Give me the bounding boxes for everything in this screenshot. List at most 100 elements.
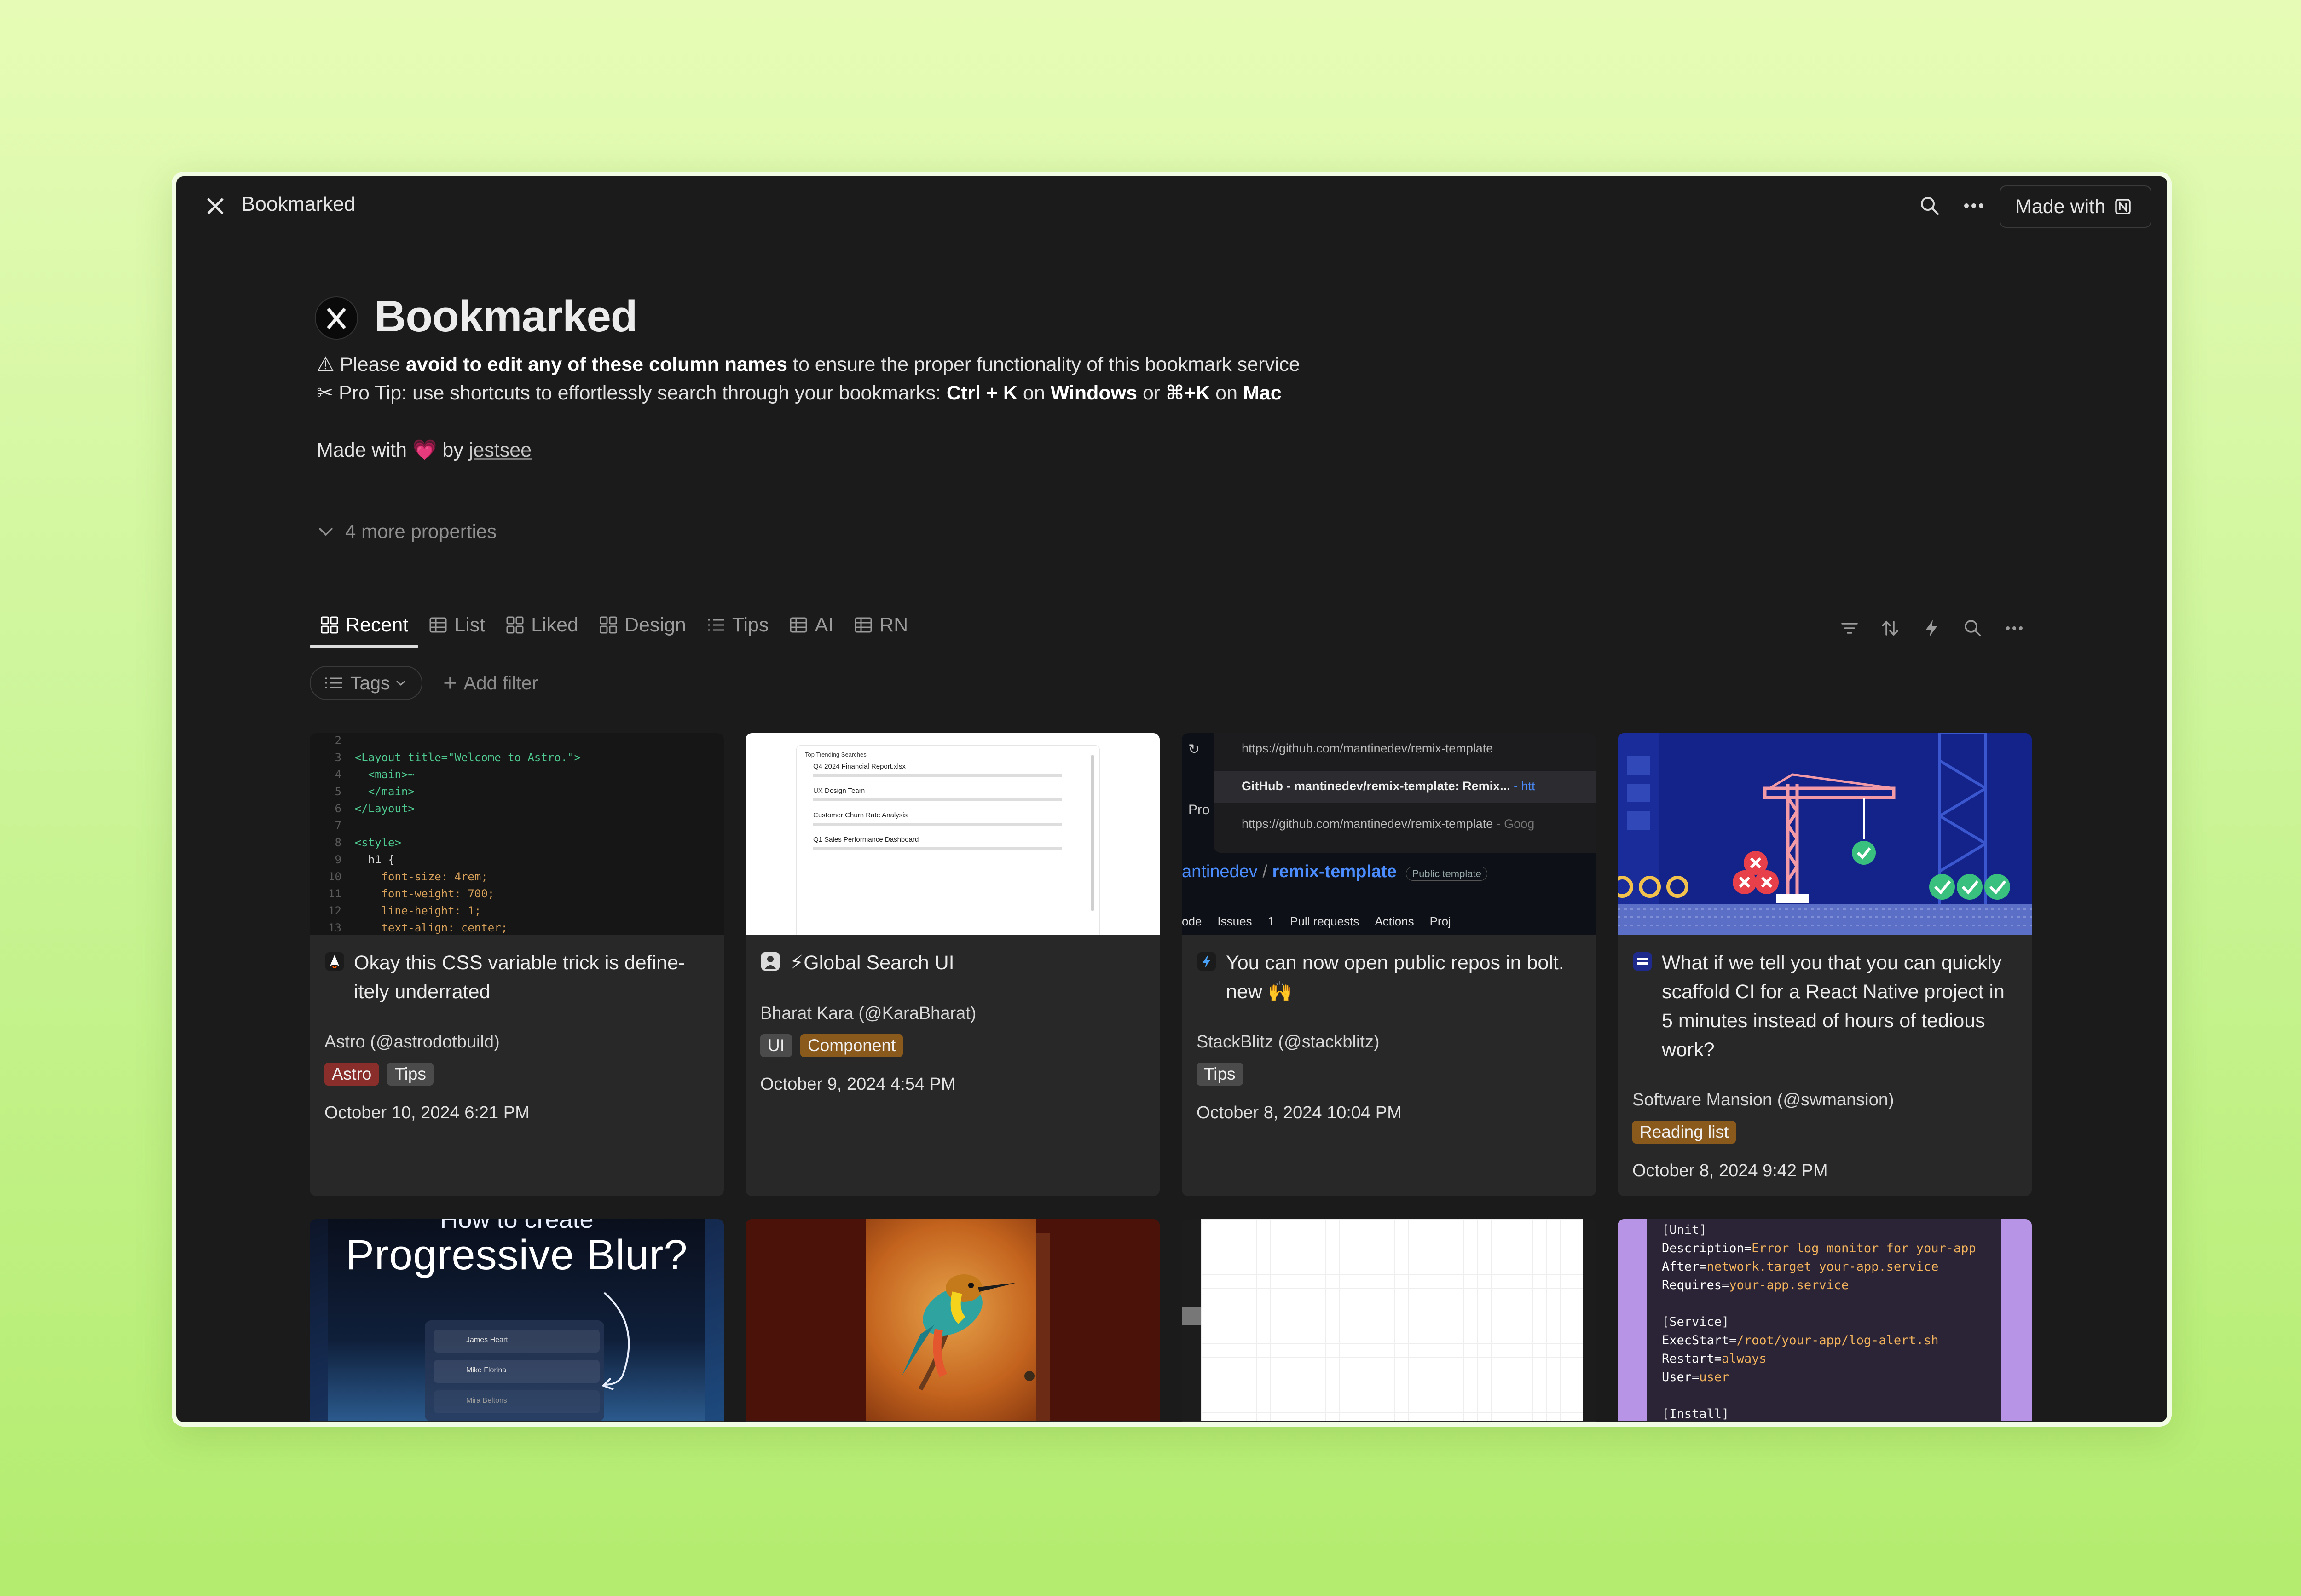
repo-owner: antinedev bbox=[1182, 862, 1258, 881]
code-line: 12 line-height: 1; bbox=[328, 902, 581, 919]
card-thumbnail-code: 2 3 <Layout title="Welcome to Astro."> 4… bbox=[310, 733, 724, 935]
card-thumbnail-progressive-blur: How to create Progressive Blur? James He… bbox=[310, 1219, 724, 1421]
sort-icon[interactable] bbox=[1879, 617, 1901, 639]
search-ui-item: Customer Churn Rate Analysis bbox=[813, 811, 908, 819]
repo-nav-count: 1 bbox=[1267, 914, 1275, 928]
line-number: 8 bbox=[328, 836, 355, 849]
repo-nav-item: Actions bbox=[1375, 914, 1414, 928]
tab-rn[interactable]: RN bbox=[844, 604, 918, 646]
bookmark-card[interactable]: https://github.com/mantinedev/remix-temp… bbox=[1182, 733, 1596, 1196]
config-line: ExecStart=/root/your-app/log-alert.sh bbox=[1662, 1333, 1939, 1347]
bookmark-card[interactable]: What if we tell you that you can quickly… bbox=[1618, 733, 2032, 1196]
notion-logo-icon bbox=[2115, 199, 2131, 214]
tab-label: RN bbox=[879, 613, 908, 636]
tip-prefix: ✂ Pro Tip: use shortcuts to effortlessly… bbox=[317, 382, 947, 404]
line-text: <main>⋯ bbox=[354, 768, 415, 781]
table-icon bbox=[790, 617, 807, 633]
line-text: <Layout title="Welcome to Astro."> bbox=[354, 751, 581, 764]
code-line: 10 font-size: 4rem; bbox=[328, 868, 581, 885]
card-date: October 8, 2024 10:04 PM bbox=[1197, 1103, 1402, 1122]
tag: Component bbox=[800, 1034, 903, 1057]
tab-recent[interactable]: Recent bbox=[310, 604, 419, 648]
author-link[interactable]: jestsee bbox=[469, 439, 532, 461]
line-number: 7 bbox=[328, 819, 355, 832]
gallery-icon bbox=[600, 616, 617, 634]
card-date: October 9, 2024 4:54 PM bbox=[760, 1075, 956, 1094]
bookmark-card[interactable]: [Unit] Description=Error log monitor for … bbox=[1618, 1219, 2032, 1422]
tag: Tips bbox=[1197, 1063, 1243, 1086]
browser-window: Bookmarked Made with Bookmarked ⚠ Please… bbox=[172, 172, 2172, 1427]
tab-list[interactable]: List bbox=[418, 604, 495, 646]
bookmark-card[interactable] bbox=[746, 1219, 1160, 1422]
repo-nav-item: Issues bbox=[1217, 914, 1252, 928]
more-properties-label: 4 more properties bbox=[345, 520, 497, 542]
config-line bbox=[1662, 1295, 1976, 1313]
tag: Tips bbox=[387, 1063, 434, 1086]
public-template-badge: Public template bbox=[1406, 867, 1487, 881]
bookmark-card[interactable] bbox=[1182, 1219, 1596, 1422]
card-tags: UI Component bbox=[760, 1034, 911, 1057]
bookmark-card[interactable]: Top Trending Searches Q4 2024 Financial … bbox=[746, 733, 1160, 1196]
code-line: 11 font-weight: 700; bbox=[328, 885, 581, 902]
more-properties-toggle[interactable]: 4 more properties bbox=[317, 520, 497, 543]
code-line: 8 <style> bbox=[328, 834, 581, 851]
tab-label: List bbox=[454, 613, 486, 636]
made-with-line: Made with 💗 by jestsee bbox=[317, 439, 532, 462]
view-more-icon[interactable] bbox=[2003, 617, 2025, 639]
card-date: October 8, 2024 9:42 PM bbox=[1632, 1161, 1828, 1180]
tag: Astro bbox=[324, 1063, 379, 1086]
tab-liked[interactable]: Liked bbox=[495, 604, 589, 646]
more-options-icon[interactable] bbox=[1960, 194, 1988, 218]
card-author: Bharat Kara (@KaraBharat) bbox=[760, 1004, 977, 1023]
friend-row: Mike Florina bbox=[434, 1360, 600, 1383]
view-tabs: Recent List Liked Design Tips AI RN bbox=[310, 604, 918, 648]
tab-ai[interactable]: AI bbox=[779, 604, 844, 646]
bookmark-card[interactable]: How to create Progressive Blur? James He… bbox=[310, 1219, 724, 1422]
add-filter-button[interactable]: + Add filter bbox=[443, 666, 538, 700]
bookmark-card[interactable]: 2 3 <Layout title="Welcome to Astro."> 4… bbox=[310, 733, 724, 1196]
search-icon[interactable] bbox=[1918, 194, 1942, 218]
config-line: [Unit] bbox=[1662, 1223, 1707, 1237]
page-x-logo-icon bbox=[315, 296, 358, 340]
view-search-icon[interactable] bbox=[1962, 617, 1984, 639]
line-text: line-height: 1; bbox=[354, 904, 481, 917]
tip-or: or bbox=[1137, 382, 1166, 404]
card-tags: Astro Tips bbox=[324, 1063, 442, 1086]
pro-tip-line: ✂ Pro Tip: use shortcuts to effortlessly… bbox=[317, 382, 1282, 405]
line-number: 9 bbox=[328, 853, 355, 866]
code-line: 6 </Layout> bbox=[328, 800, 581, 817]
config-line bbox=[1662, 1387, 1976, 1405]
line-text: <style> bbox=[354, 836, 401, 849]
made-with-notion-button[interactable]: Made with bbox=[2000, 185, 2151, 228]
card-thumbnail-bird-photo bbox=[746, 1219, 1160, 1421]
tab-design[interactable]: Design bbox=[589, 604, 696, 646]
gallery-icon bbox=[506, 616, 524, 634]
window-title[interactable]: Bookmarked bbox=[242, 193, 355, 216]
line-number: 4 bbox=[328, 768, 355, 781]
code-snippet: 2 3 <Layout title="Welcome to Astro."> 4… bbox=[328, 733, 581, 935]
url-suggestions: https://github.com/mantinedev/remix-temp… bbox=[1214, 733, 1596, 853]
config-line: After=network.target your-app.service bbox=[1662, 1260, 1939, 1274]
tab-label: AI bbox=[815, 613, 834, 636]
suggestion-title: GitHub - mantinedev/remix-template: Remi… bbox=[1242, 779, 1510, 793]
os-mac: Mac bbox=[1243, 382, 1282, 404]
notion-page: Bookmarked Made with Bookmarked ⚠ Please… bbox=[176, 176, 2167, 1422]
suggestion-row: https://github.com/mantinedev/remix-temp… bbox=[1242, 817, 1534, 831]
card-thumbnail-systemd: [Unit] Description=Error log monitor for … bbox=[1618, 1219, 2032, 1421]
filter-icon[interactable] bbox=[1838, 617, 1861, 639]
tab-tips[interactable]: Tips bbox=[696, 604, 779, 646]
line-number: 3 bbox=[328, 751, 355, 764]
grid-canvas bbox=[1201, 1219, 1583, 1421]
list-icon bbox=[325, 677, 342, 688]
reload-icon: ↻ bbox=[1188, 742, 1200, 757]
code-line: 9 h1 { bbox=[328, 851, 581, 868]
card-thumbnail-crane-illustration bbox=[1618, 733, 2032, 935]
line-text: font-weight: 700; bbox=[354, 887, 495, 900]
tab-label: Liked bbox=[531, 613, 578, 636]
tags-filter-chip[interactable]: Tags bbox=[310, 666, 422, 700]
automation-lightning-icon[interactable] bbox=[1920, 617, 1943, 639]
heart-icon: 💗 bbox=[412, 439, 437, 461]
arrow-doodle bbox=[601, 1292, 630, 1390]
thumb-title: Progressive Blur? bbox=[346, 1232, 688, 1278]
code-line: 2 bbox=[328, 733, 581, 749]
